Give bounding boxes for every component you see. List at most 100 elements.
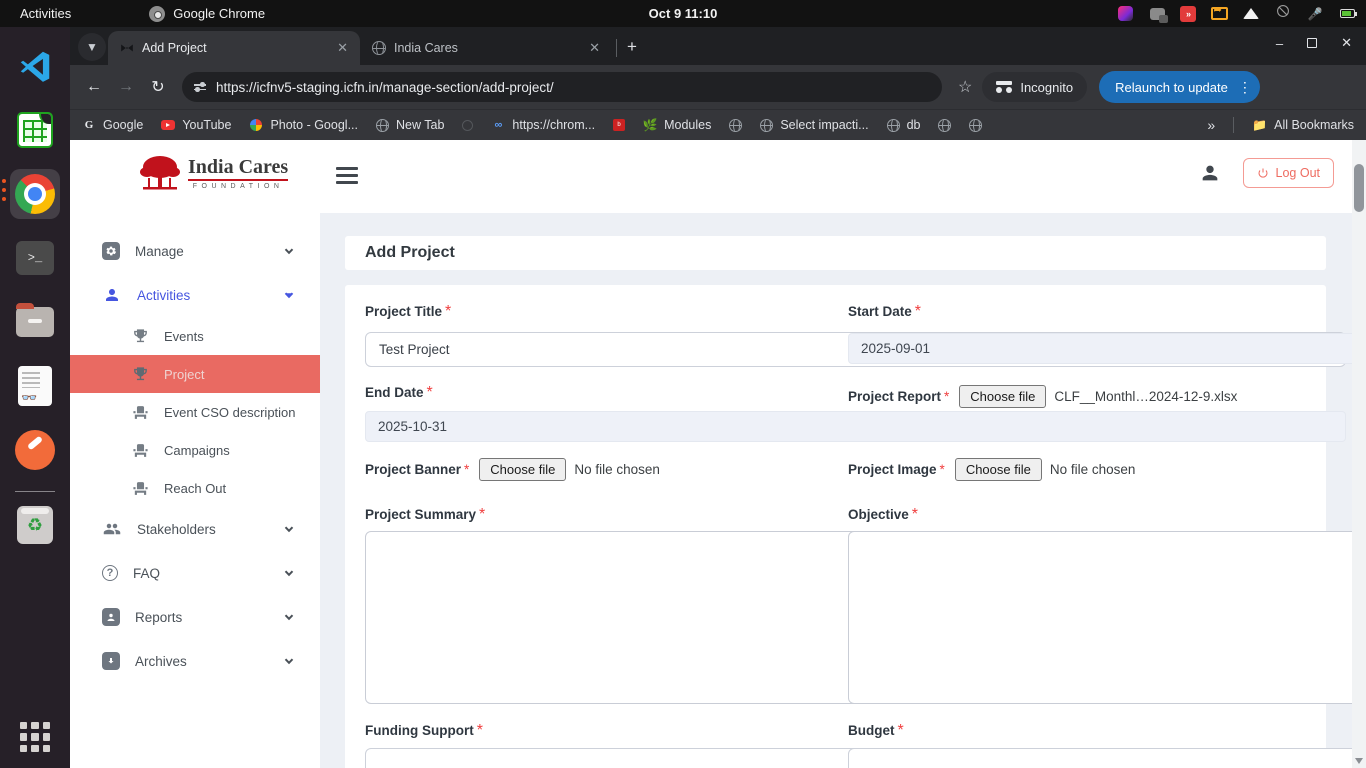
minimize-button[interactable]: – — [1276, 36, 1283, 51]
all-bookmarks-button[interactable]: 📁All Bookmarks — [1252, 118, 1354, 132]
funding-support-label: Funding Support* — [365, 722, 824, 740]
clock[interactable]: Oct 9 11:10 — [649, 6, 718, 21]
project-title-label: Project Title* — [365, 303, 824, 321]
bookmark-unnamed[interactable] — [462, 120, 473, 131]
bookmarks-overflow-button[interactable]: » — [1207, 117, 1215, 133]
bookmark-select-impact[interactable]: Select impacti... — [760, 118, 868, 132]
wifi-icon[interactable] — [1242, 6, 1260, 22]
tab-add-project[interactable]: Add Project ✕ — [108, 31, 360, 65]
system-tray[interactable]: » 🛇 🎤 — [1116, 6, 1356, 22]
tab-india-cares[interactable]: India Cares ✕ — [360, 31, 612, 65]
bookmark-chrome-link[interactable]: ∞https://chrom... — [491, 118, 595, 132]
seat-icon — [132, 442, 149, 459]
hamburger-menu-icon[interactable] — [336, 167, 358, 188]
sidebar: Manage Activities Events Project — [70, 213, 320, 768]
site-settings-icon[interactable] — [194, 84, 206, 90]
url-text[interactable]: https://icfnv5-staging.icfn.in/manage-se… — [216, 80, 554, 95]
objective-textarea[interactable] — [848, 531, 1366, 704]
bookmark-unnamed[interactable] — [969, 119, 982, 132]
microphone-icon[interactable]: 🎤 — [1306, 6, 1324, 22]
globe-icon — [969, 119, 982, 132]
bookmark-db[interactable]: db — [887, 118, 921, 132]
forward-button[interactable]: → — [112, 78, 140, 96]
browser-window: ▼ Add Project ✕ India Cares ✕ + – ✕ ← → — [70, 27, 1366, 768]
globe-icon — [938, 119, 951, 132]
sidebar-item-stakeholders[interactable]: Stakeholders — [70, 507, 320, 551]
dock-item-google-chrome[interactable] — [10, 169, 60, 219]
bookmark-youtube[interactable]: YouTube — [161, 118, 231, 132]
dock-item-postman[interactable] — [10, 425, 60, 475]
new-tab-button[interactable]: + — [627, 37, 637, 57]
recorder-icon[interactable] — [1116, 6, 1134, 22]
sidebar-item-event-cso-description[interactable]: Event CSO description — [70, 393, 320, 431]
sidebar-item-activities[interactable]: Activities — [70, 273, 320, 317]
sidebar-item-reports[interactable]: Reports — [70, 595, 320, 639]
bookmark-unnamed[interactable] — [729, 119, 742, 132]
bookmark-star-icon[interactable]: ☆ — [958, 77, 972, 97]
reload-button[interactable]: ↻ — [144, 77, 172, 97]
gear-icon — [102, 242, 120, 260]
sidebar-item-campaigns[interactable]: Campaigns — [70, 431, 320, 469]
project-image-file-name: No file chosen — [1050, 462, 1136, 477]
project-report-file-name: CLF__Monthl…2024-12-9.xlsx — [1054, 389, 1237, 404]
logout-button[interactable]: Log Out — [1243, 158, 1334, 188]
screen-share-icon[interactable] — [1210, 6, 1228, 22]
dock-item-files[interactable] — [10, 297, 60, 347]
bookmark-google[interactable]: GGoogle — [82, 118, 143, 132]
show-applications-button[interactable] — [20, 722, 50, 752]
maximize-button[interactable] — [1307, 38, 1317, 48]
sidebar-item-faq[interactable]: ? FAQ — [70, 551, 320, 595]
sidebar-item-reach-out[interactable]: Reach Out — [70, 469, 320, 507]
power-icon — [1257, 167, 1269, 179]
tab-close-icon[interactable]: ✕ — [587, 40, 602, 56]
page-scrollbar[interactable] — [1352, 140, 1366, 768]
browser-menu-icon[interactable]: ⋮ — [1238, 79, 1252, 96]
dock-item-trash[interactable]: ♻ — [10, 500, 60, 550]
sidebar-item-manage[interactable]: Manage — [70, 229, 320, 273]
start-date-input[interactable] — [848, 333, 1366, 364]
bookmark-unnamed[interactable]: b — [613, 119, 625, 131]
youtube-icon — [161, 118, 175, 132]
terminal-icon: >_ — [16, 241, 54, 275]
seat-icon — [132, 404, 149, 421]
chrome-icon — [15, 174, 55, 214]
brand-logo[interactable]: India Cares Foundation — [138, 154, 288, 194]
dock-item-document-viewer[interactable] — [10, 361, 60, 411]
dock-item-terminal[interactable]: >_ — [10, 233, 60, 283]
dock-item-libreoffice-calc[interactable] — [10, 105, 60, 155]
project-report-choose-file-button[interactable]: Choose file — [959, 385, 1046, 408]
sidebar-item-archives[interactable]: Archives — [70, 639, 320, 683]
chevron-down-icon — [284, 612, 294, 622]
end-date-input[interactable] — [365, 411, 1346, 442]
back-button[interactable]: ← — [80, 78, 108, 96]
dock-item-vscode[interactable] — [10, 41, 60, 91]
remote-desktop-icon[interactable]: » — [1180, 6, 1196, 22]
focused-app-menu[interactable]: Google Chrome — [149, 6, 265, 22]
badge-icon — [102, 608, 120, 626]
link-icon: ∞ — [491, 118, 505, 132]
budget-input[interactable] — [848, 748, 1366, 768]
volume-muted-icon[interactable]: 🛇 — [1274, 6, 1292, 22]
bookmark-new-tab[interactable]: New Tab — [376, 118, 444, 132]
project-image-choose-file-button[interactable]: Choose file — [955, 458, 1042, 481]
chat-icon[interactable] — [1148, 6, 1166, 22]
project-banner-choose-file-button[interactable]: Choose file — [479, 458, 566, 481]
globe-icon — [729, 119, 742, 132]
bookmark-unnamed[interactable] — [938, 119, 951, 132]
tab-close-icon[interactable]: ✕ — [335, 40, 350, 56]
tab-search-button[interactable]: ▼ — [78, 33, 106, 61]
activities-button[interactable]: Activities — [20, 6, 71, 21]
sidebar-item-events[interactable]: Events — [70, 317, 320, 355]
scrollbar-down-arrow[interactable] — [1355, 758, 1363, 764]
bookmark-photos[interactable]: Photo - Googl... — [249, 118, 358, 132]
relaunch-to-update-button[interactable]: Relaunch to update ⋮ — [1099, 71, 1260, 103]
sidebar-item-project[interactable]: Project — [70, 355, 320, 393]
scrollbar-thumb[interactable] — [1354, 164, 1364, 212]
user-profile-icon[interactable] — [1199, 162, 1221, 184]
close-button[interactable]: ✕ — [1341, 35, 1352, 51]
battery-icon[interactable] — [1338, 6, 1356, 22]
address-bar[interactable]: https://icfnv5-staging.icfn.in/manage-se… — [182, 72, 942, 102]
chevron-down-icon — [284, 568, 294, 578]
running-indicator-dots — [2, 179, 6, 201]
bookmark-modules[interactable]: 🌿Modules — [643, 118, 711, 132]
